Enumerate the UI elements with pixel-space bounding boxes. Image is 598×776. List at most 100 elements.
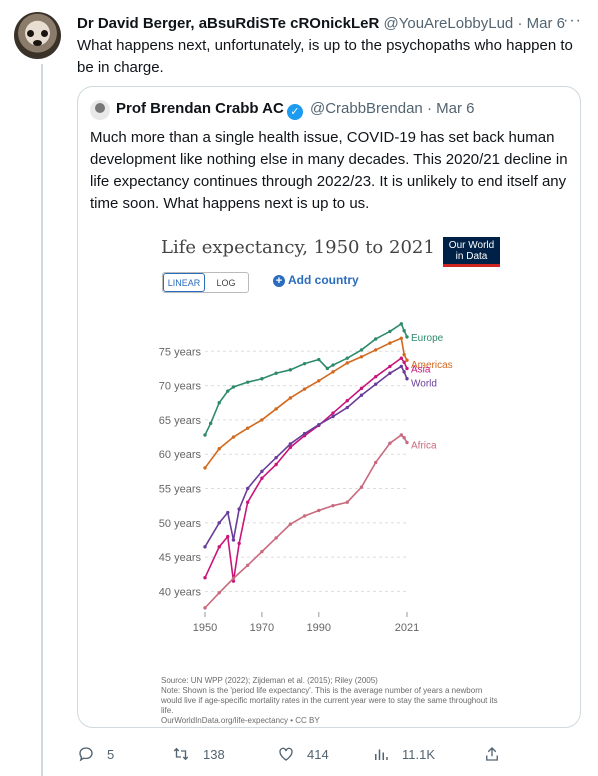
data-point-europe [260, 377, 264, 381]
series-label-asia: Asia [411, 364, 431, 375]
data-point-world [317, 423, 321, 427]
owid-logo: Our World in Data [443, 237, 500, 267]
data-point-world [237, 507, 241, 511]
separator: · [517, 15, 523, 32]
retweet-button[interactable]: 138 [171, 745, 225, 763]
y-tick-label: 40 years [159, 586, 202, 598]
chart-source: Source: UN WPP (2022); Zijdeman et al. (… [161, 676, 501, 726]
data-point-asia [245, 500, 250, 504]
data-point-asia [399, 356, 404, 360]
data-point-asia [260, 476, 264, 480]
like-button[interactable]: 414 [277, 745, 329, 763]
separator: · [426, 100, 432, 117]
series-label-world: World [411, 379, 437, 390]
data-point-asia [405, 366, 409, 371]
data-point-americas [231, 435, 236, 439]
x-tick-label: 1990 [307, 622, 331, 634]
data-point-world [345, 405, 349, 410]
data-point-asia [402, 360, 406, 364]
data-point-europe [217, 401, 221, 405]
series-line-americas [204, 337, 408, 469]
data-point-americas [274, 407, 278, 411]
data-point-americas [345, 361, 349, 365]
data-point-world [245, 486, 250, 491]
y-tick-label: 70 years [159, 381, 202, 393]
data-point-world [260, 469, 264, 474]
scale-toggle: LINEAR LOG [162, 272, 249, 293]
add-country-button: + Add country [273, 273, 359, 287]
data-point-asia [388, 364, 392, 369]
add-country-label: Add country [288, 273, 359, 287]
data-point-africa [231, 576, 236, 581]
series-label-africa: Africa [411, 441, 437, 452]
data-point-europe [231, 385, 236, 389]
data-point-asia [359, 386, 364, 391]
owid-logo-line2: in Data [455, 251, 488, 262]
data-point-americas [302, 387, 307, 391]
data-point-africa [405, 440, 409, 445]
data-point-africa [217, 591, 221, 595]
data-point-africa [402, 436, 406, 440]
data-point-europe [245, 380, 250, 384]
data-point-africa [374, 460, 378, 465]
views-count: 11.1K [402, 747, 436, 762]
share-button[interactable] [483, 745, 513, 763]
tweet-date[interactable]: Mar 6 [527, 15, 565, 32]
data-point-world [374, 382, 378, 386]
avatar[interactable] [14, 12, 61, 59]
data-point-americas [359, 355, 364, 359]
data-point-africa [260, 549, 264, 554]
y-tick-label: 60 years [159, 449, 202, 461]
data-point-europe [399, 322, 404, 326]
data-point-europe [274, 371, 278, 375]
data-point-americas [388, 341, 392, 345]
data-point-world [359, 393, 364, 397]
data-point-americas [288, 396, 293, 400]
data-point-world [203, 545, 207, 549]
data-point-europe [331, 363, 335, 367]
y-tick-label: 50 years [159, 518, 202, 530]
x-tick-label: 1950 [193, 622, 217, 634]
data-point-americas [405, 358, 409, 362]
data-point-europe [302, 361, 307, 366]
data-point-europe [317, 357, 321, 362]
data-point-asia [203, 575, 207, 580]
data-point-africa [245, 563, 250, 568]
data-point-europe [208, 421, 213, 426]
author-handle[interactable]: @YouAreLobbyLud [384, 15, 514, 32]
line-chart: 40 years 45 years 50 years 55 years 60 years… [159, 322, 453, 634]
note-line: Note: Shown is the 'period life expectan… [161, 686, 498, 715]
views-button[interactable]: 11.1K [372, 745, 435, 763]
chart-title: Life expectancy, 1950 to 2021 [161, 237, 435, 258]
x-tick-label: 2021 [395, 622, 419, 634]
quoted-header: Prof Brendan Crabb AC ✓ @CrabbBrendan · M… [116, 100, 474, 120]
data-point-africa [345, 500, 349, 504]
quoted-avatar[interactable] [90, 100, 110, 120]
data-point-asia [226, 534, 230, 539]
data-point-europe [226, 389, 230, 393]
reply-icon [79, 747, 93, 762]
data-point-africa [302, 514, 307, 518]
x-tick-label: 1970 [250, 622, 274, 634]
data-point-world [402, 370, 406, 374]
retweet-icon [173, 747, 189, 761]
data-point-europe [288, 368, 293, 372]
more-options-icon[interactable]: ··· [563, 12, 582, 30]
tweet-header: Dr David Berger, aBsuRdiSTe cROnickLeR @… [77, 14, 584, 34]
quoted-handle: @CrabbBrendan [309, 100, 423, 117]
reply-button[interactable]: 5 [77, 745, 114, 763]
data-point-world [231, 538, 236, 542]
data-point-europe [345, 356, 349, 360]
data-point-asia [237, 541, 241, 546]
plus-icon: + [273, 275, 285, 287]
data-point-americas [374, 348, 378, 352]
author-name[interactable]: Dr David Berger, aBsuRdiSTe cROnickLeR [77, 15, 379, 32]
chart-image[interactable]: Life expectancy, 1950 to 2021 Our World … [145, 219, 505, 725]
series-line-africa [204, 433, 408, 609]
quoted-tweet[interactable]: Prof Brendan Crabb AC ✓ @CrabbBrendan · M… [77, 86, 581, 728]
data-point-world [302, 431, 307, 436]
data-point-americas [399, 336, 404, 340]
data-point-europe [203, 433, 207, 437]
quoted-text: Much more than a single health issue, CO… [90, 129, 568, 212]
data-point-africa [331, 503, 335, 508]
